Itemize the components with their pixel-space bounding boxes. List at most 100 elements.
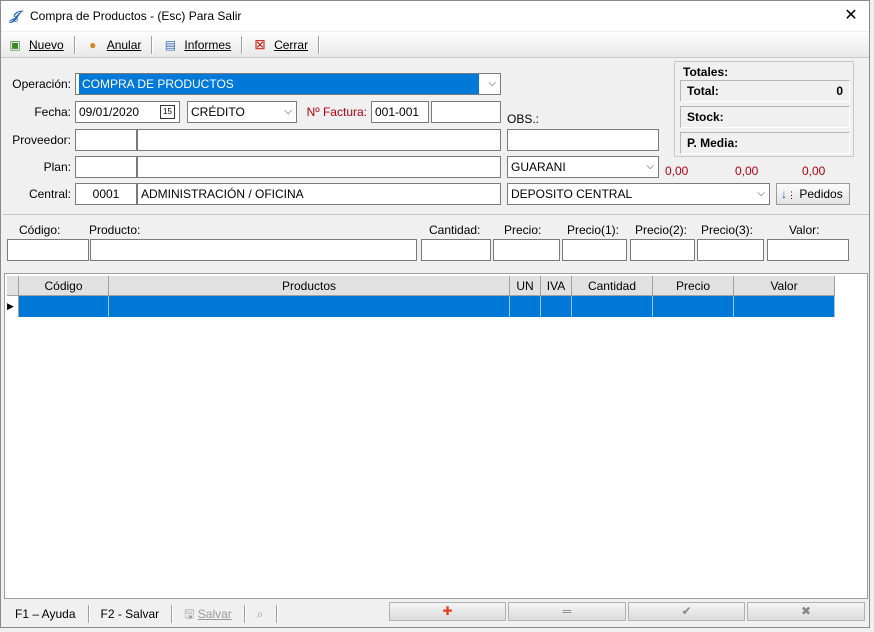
totals-header: Totales:	[683, 65, 729, 79]
products-grid[interactable]: Código Productos UN IVA Cantidad Precio …	[4, 273, 868, 599]
proveedor-name-input[interactable]	[137, 129, 501, 151]
zoom-icon[interactable]: ⌕	[249, 604, 272, 624]
fecha-input[interactable]: 09/01/2020 15	[75, 101, 180, 123]
col-un[interactable]: UN	[510, 276, 541, 296]
obs-label: OBS.:	[507, 112, 540, 126]
nav-cancel-button[interactable]: ✖	[747, 602, 865, 621]
central-code-input[interactable]: 0001	[75, 183, 137, 205]
table-row[interactable]	[19, 296, 109, 317]
factura-prefix-value: 001-001	[375, 105, 420, 119]
entry-precio1-label: Precio(1):	[567, 223, 620, 237]
totals-panel: Totales: Total: 0 Stock: P. Media:	[674, 61, 854, 157]
status-separator	[171, 605, 173, 623]
red-value-1: 0,00	[665, 164, 689, 178]
total-row: Total: 0	[680, 80, 850, 102]
salvar-label: Salvar	[197, 607, 232, 621]
plan-name-input[interactable]	[137, 156, 501, 178]
factura-number-input[interactable]	[431, 101, 501, 123]
operacion-label: Operación:	[12, 77, 71, 91]
pedidos-button[interactable]: ↓⋮ Pedidos	[776, 183, 850, 205]
central-code-value: 0001	[92, 187, 120, 201]
table-row[interactable]	[109, 296, 510, 317]
col-codigo[interactable]: Código	[19, 276, 109, 296]
entry-precio2-label: Precio(2):	[635, 223, 688, 237]
entry-valor-label: Valor:	[789, 223, 820, 237]
list-icon: ⋮	[787, 190, 796, 200]
central-name-input[interactable]: ADMINISTRACIÓN / OFICINA	[137, 183, 501, 205]
nav-delete-button[interactable]: ═	[508, 602, 626, 621]
salvar-button[interactable]: 🖫 Salvar	[176, 604, 240, 624]
chevron-down-icon: ⌵	[488, 78, 496, 89]
entry-precio-input[interactable]	[493, 239, 560, 261]
nav-confirm-button[interactable]: ✔	[628, 602, 745, 621]
entry-precio2-input[interactable]	[630, 239, 695, 261]
close-red-icon: ☒	[254, 37, 266, 52]
nav-add-button[interactable]: ✚	[389, 602, 506, 621]
toolbar-separator	[151, 35, 153, 54]
app-icon: 𝒥	[10, 8, 19, 23]
toolbar-separator	[318, 35, 320, 54]
col-cantidad[interactable]: Cantidad	[572, 276, 653, 296]
anular-button[interactable]: ● Anular	[79, 34, 148, 56]
status-separator	[275, 605, 277, 623]
total-value: 0	[836, 84, 843, 98]
entry-cantidad-input[interactable]	[421, 239, 491, 261]
status-separator	[87, 605, 89, 623]
entry-producto-label: Producto:	[89, 223, 141, 237]
col-valor[interactable]: Valor	[734, 276, 835, 296]
cerrar-button[interactable]: ☒ Cerrar	[246, 34, 314, 56]
factura-prefix-input[interactable]: 001-001	[371, 101, 429, 123]
col-productos[interactable]: Productos	[109, 276, 510, 296]
table-row[interactable]	[510, 296, 541, 317]
col-iva[interactable]: IVA	[541, 276, 572, 296]
entry-codigo-input[interactable]	[7, 239, 89, 261]
report-icon: ▤	[164, 37, 177, 52]
plan-label: Plan:	[43, 160, 71, 174]
save-icon: 🖫	[184, 607, 195, 621]
red-value-3: 0,00	[802, 164, 826, 178]
entry-precio3-label: Precio(3):	[701, 223, 754, 237]
table-row[interactable]	[541, 296, 572, 317]
proveedor-label: Proveedor:	[12, 133, 71, 147]
col-precio[interactable]: Precio	[653, 276, 734, 296]
obs-input[interactable]	[507, 129, 659, 151]
operacion-select[interactable]: COMPRA DE PRODUCTOS ⌵	[75, 73, 501, 95]
chevron-down-icon: ⌵	[646, 161, 654, 172]
condicion-select[interactable]: CRÉDITO ⌵	[187, 101, 297, 123]
table-row[interactable]	[734, 296, 835, 317]
calendar-icon[interactable]: 15	[160, 105, 175, 119]
entry-precio1-input[interactable]	[562, 239, 627, 261]
close-icon[interactable]: ✕	[841, 6, 861, 26]
new-doc-icon: ▣	[9, 37, 21, 52]
entry-valor-input[interactable]	[767, 239, 849, 261]
nuevo-label: Nuevo	[29, 37, 64, 52]
window-title: Compra de Productos - (Esc) Para Salir	[30, 9, 242, 23]
factura-label: Nº Factura:	[306, 105, 367, 119]
stock-row: Stock:	[680, 106, 850, 128]
chevron-down-icon: ⌵	[757, 188, 765, 199]
operacion-value: COMPRA DE PRODUCTOS	[79, 74, 479, 94]
chevron-down-icon: ⌵	[284, 106, 292, 117]
void-icon: ●	[89, 37, 97, 52]
condicion-value: CRÉDITO	[191, 105, 245, 119]
table-row[interactable]	[653, 296, 734, 317]
row-indicator-icon: ▶	[7, 296, 19, 317]
plan-code-input[interactable]	[75, 156, 137, 178]
red-value-2: 0,00	[735, 164, 759, 178]
cerrar-label: Cerrar	[274, 37, 309, 52]
moneda-value: GUARANI	[511, 160, 566, 174]
f1-help[interactable]: F1 – Ayuda	[7, 604, 84, 624]
stock-label: Stock:	[687, 110, 724, 124]
nuevo-button[interactable]: ▣ Nuevo	[1, 34, 70, 56]
f2-save[interactable]: F2 - Salvar	[93, 604, 168, 624]
moneda-select[interactable]: GUARANI ⌵	[507, 156, 659, 178]
central-name-value: ADMINISTRACIÓN / OFICINA	[141, 187, 304, 201]
entry-cantidad-label: Cantidad:	[429, 223, 481, 237]
central-label: Central:	[28, 187, 71, 201]
informes-button[interactable]: ▤ Informes	[156, 34, 237, 56]
entry-precio3-input[interactable]	[697, 239, 764, 261]
deposito-select[interactable]: DEPOSITO CENTRAL ⌵	[507, 183, 770, 205]
entry-producto-input[interactable]	[90, 239, 417, 261]
proveedor-code-input[interactable]	[75, 129, 137, 151]
table-row[interactable]	[572, 296, 653, 317]
